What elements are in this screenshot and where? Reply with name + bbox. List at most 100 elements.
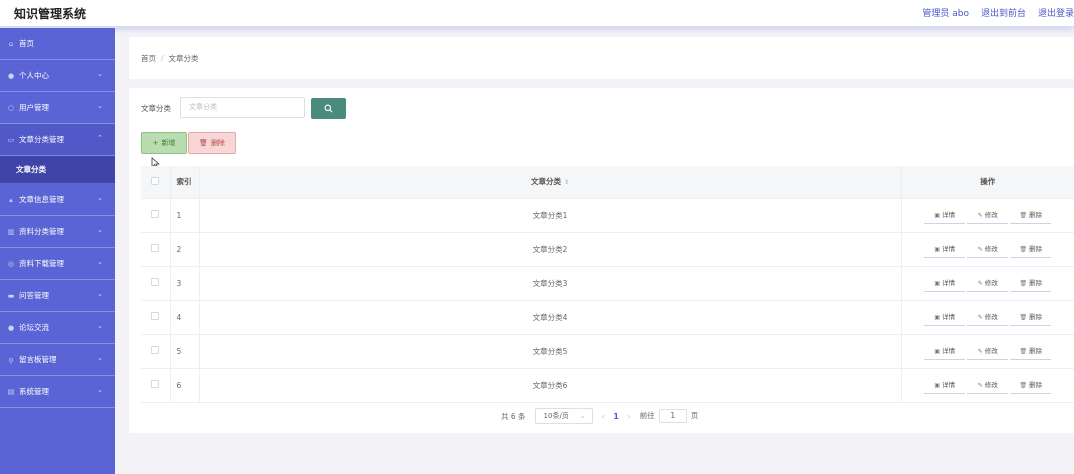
sidebar-item-resource-download[interactable]: ◎ 资料下载管理 ⌄ xyxy=(0,248,115,280)
detail-label: 详情 xyxy=(942,346,956,355)
detail-button[interactable]: ▣ 详情 xyxy=(924,274,966,292)
chat-icon: ▬ xyxy=(7,291,15,300)
page-size-value: 10条/页 xyxy=(543,412,569,420)
search-button[interactable] xyxy=(311,98,346,119)
sidebar-subitem-article-category[interactable]: 文章分类 xyxy=(0,156,115,184)
edit-button[interactable]: ✎ 修改 xyxy=(967,376,1009,394)
row-index: 4 xyxy=(170,300,200,335)
row-checkbox[interactable] xyxy=(151,346,160,354)
row-ops: ▣ 详情 ✎ 修改 🗑 删除 xyxy=(901,334,1074,369)
sidebar-item-resource-category[interactable]: ▥ 资料分类管理 ⌄ xyxy=(0,216,115,248)
delete-button[interactable]: 🗑 删除 xyxy=(1010,376,1052,394)
delete-button[interactable]: 🗑 删除 xyxy=(1010,342,1052,360)
sidebar-item-message-board[interactable]: ǫ 留言板管理 ⌄ xyxy=(0,344,115,376)
logout-link[interactable]: 退出登录 xyxy=(1038,6,1074,19)
delete-button[interactable]: 🗑 删除 xyxy=(1010,206,1052,224)
row-checkbox[interactable] xyxy=(151,312,160,320)
detail-button[interactable]: ▣ 详情 xyxy=(924,206,966,224)
edit-button[interactable]: ✎ 修改 xyxy=(967,274,1009,292)
row-ops: ▣ 详情 ✎ 修改 🗑 删除 xyxy=(901,368,1074,403)
delete-button[interactable]: 🗑 删除 xyxy=(1010,274,1052,292)
edit-label: 修改 xyxy=(984,244,998,253)
chevron-down-icon: ⌄ xyxy=(97,290,103,298)
edit-icon: ✎ xyxy=(977,313,983,321)
row-checkbox-cell xyxy=(141,368,171,403)
detail-icon: ▣ xyxy=(934,313,941,321)
sidebar-item-system[interactable]: ▤ 系统管理 ⌄ xyxy=(0,376,115,408)
sidebar-item-forum[interactable]: ● 论坛交流 ⌄ xyxy=(0,312,115,344)
sidebar-item-article-category[interactable]: ▭ 文章分类管理 ⌃ xyxy=(0,124,115,156)
row-name: 文章分类5 xyxy=(199,334,902,369)
row-name: 文章分类2 xyxy=(199,232,902,267)
edit-label: 修改 xyxy=(984,278,998,287)
row-checkbox[interactable] xyxy=(151,244,160,252)
row-checkbox-cell xyxy=(141,266,171,301)
header-name[interactable]: 文章分类 ⇕ xyxy=(199,166,902,199)
sidebar-item-home[interactable]: ⌂ 首页 xyxy=(0,28,115,60)
prev-page-icon[interactable]: ‹ xyxy=(602,412,605,421)
delete-button-label: 删除 xyxy=(210,139,225,147)
edit-icon: ✎ xyxy=(977,381,983,389)
sidebar-item-article-info[interactable]: ▴ 文章信息管理 ⌄ xyxy=(0,184,115,216)
sidebar-item-users[interactable]: ○ 用户管理 ⌄ xyxy=(0,92,115,124)
row-checkbox[interactable] xyxy=(151,380,160,388)
header-checkbox-cell xyxy=(141,166,171,199)
exit-to-front-link[interactable]: 退出到前台 xyxy=(981,6,1026,19)
detail-button[interactable]: ▣ 详情 xyxy=(924,240,966,258)
goto-page-input[interactable]: 1 xyxy=(658,409,687,423)
edit-button[interactable]: ✎ 修改 xyxy=(967,240,1009,258)
delete-label: 删除 xyxy=(1029,346,1043,355)
delete-label: 删除 xyxy=(1029,244,1043,253)
breadcrumb-home[interactable]: 首页 xyxy=(141,54,156,63)
trash-icon: 🗑 xyxy=(1019,381,1028,389)
pagination-total: 共 6 条 xyxy=(501,411,526,421)
row-checkbox-cell xyxy=(141,300,171,335)
add-button[interactable]: + 新增 xyxy=(141,132,187,154)
table-row: 5 文章分类5 ▣ 详情 ✎ 修改 🗑 删除 xyxy=(141,334,1074,369)
detail-label: 详情 xyxy=(942,312,956,321)
breadcrumb: 首页 / 文章分类 xyxy=(141,53,199,64)
trash-icon: 🗑 xyxy=(199,139,208,147)
row-ops: ▣ 详情 ✎ 修改 🗑 删除 xyxy=(901,300,1074,335)
row-ops: ▣ 详情 ✎ 修改 🗑 删除 xyxy=(901,198,1074,233)
article-icon: ▭ xyxy=(7,135,15,144)
detail-label: 详情 xyxy=(942,380,956,389)
row-name: 文章分类6 xyxy=(199,368,902,403)
trash-icon: 🗑 xyxy=(1019,211,1028,219)
sidebar-item-label: 资料分类管理 xyxy=(19,227,64,236)
table-row: 4 文章分类4 ▣ 详情 ✎ 修改 🗑 删除 xyxy=(141,300,1074,335)
trash-icon: 🗑 xyxy=(1019,245,1028,253)
main-panel: 文章分类 文章分类 + 新增 🗑 删除 索引 文章分类 ⇕ 操作 1 文章分类1 ▣ 详… xyxy=(129,88,1074,433)
settings-icon: ▤ xyxy=(7,387,15,396)
edit-button[interactable]: ✎ 修改 xyxy=(967,308,1009,326)
admin-user-link[interactable]: 管理员 abo xyxy=(922,6,969,19)
chevron-down-icon: ⌄ xyxy=(97,354,103,362)
chevron-down-icon: ⌄ xyxy=(579,412,586,420)
row-checkbox[interactable] xyxy=(151,210,160,218)
row-index: 5 xyxy=(170,334,200,369)
row-index: 2 xyxy=(170,232,200,267)
edit-label: 修改 xyxy=(984,210,998,219)
edit-button[interactable]: ✎ 修改 xyxy=(967,342,1009,360)
header-ops: 操作 xyxy=(901,166,1074,199)
sidebar-item-label: 资料下载管理 xyxy=(19,259,64,268)
search-input[interactable]: 文章分类 xyxy=(180,97,305,118)
delete-button[interactable]: 🗑 删除 xyxy=(1010,308,1052,326)
sidebar-item-profile[interactable]: ● 个人中心 ⌄ xyxy=(0,60,115,92)
delete-button[interactable]: 🗑 删除 xyxy=(1010,240,1052,258)
sidebar-item-qa[interactable]: ▬ 问答管理 ⌄ xyxy=(0,280,115,312)
download-icon: ◎ xyxy=(7,259,15,268)
current-page-number[interactable]: 1 xyxy=(614,412,619,421)
select-all-checkbox[interactable] xyxy=(151,176,160,185)
detail-icon: ▣ xyxy=(934,211,941,219)
detail-button[interactable]: ▣ 详情 xyxy=(924,308,966,326)
next-page-icon[interactable]: › xyxy=(628,412,631,421)
sidebar-item-label: 用户管理 xyxy=(19,103,49,112)
batch-delete-button[interactable]: 🗑 删除 xyxy=(188,132,236,154)
detail-button[interactable]: ▣ 详情 xyxy=(924,342,966,360)
sort-icon[interactable]: ⇕ xyxy=(564,179,569,186)
detail-button[interactable]: ▣ 详情 xyxy=(924,376,966,394)
edit-button[interactable]: ✎ 修改 xyxy=(967,206,1009,224)
page-size-select[interactable]: 10条/页 ⌄ xyxy=(534,408,593,424)
row-checkbox[interactable] xyxy=(151,278,160,286)
